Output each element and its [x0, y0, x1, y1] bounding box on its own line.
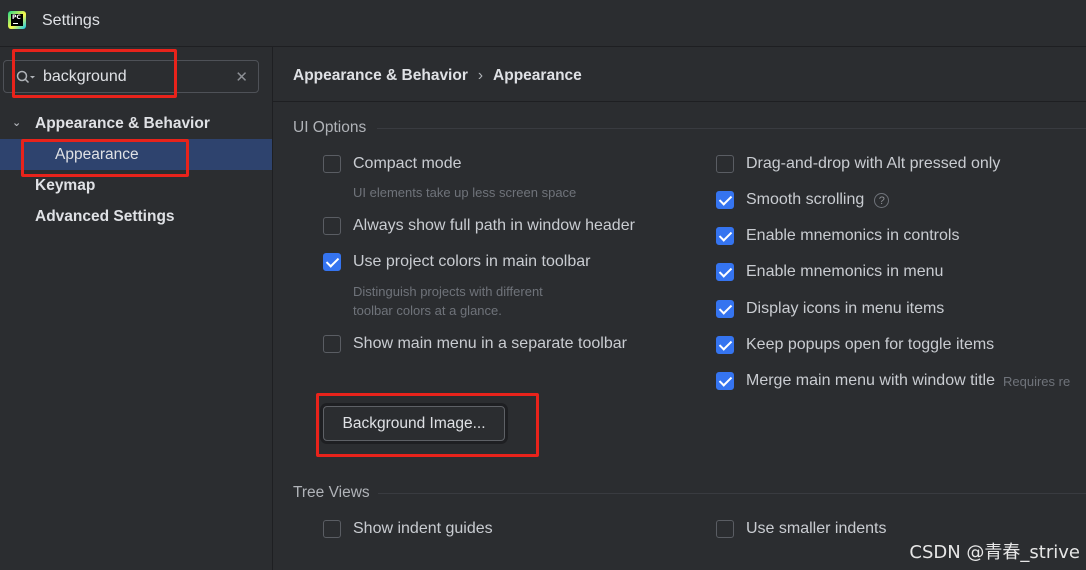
option-label: Use smaller indents	[746, 520, 887, 537]
option-drag-drop-alt[interactable]: Drag-and-drop with Alt pressed only	[716, 153, 1000, 175]
pycharm-logo-icon: PC	[8, 11, 26, 29]
breadcrumb-current: Appearance	[493, 67, 582, 84]
annotation-box-appearance	[21, 139, 189, 177]
checkbox[interactable]	[716, 300, 734, 318]
option-keep-popups[interactable]: Keep popups open for toggle items	[716, 334, 994, 356]
option-mnemonics-controls[interactable]: Enable mnemonics in controls	[716, 225, 959, 247]
sidebar-item-label: Advanced Settings	[35, 208, 175, 225]
option-mnemonics-menu[interactable]: Enable mnemonics in menu	[716, 261, 943, 283]
checkbox[interactable]	[716, 227, 734, 245]
section-divider	[377, 128, 1086, 129]
requires-restart-note: Requires re	[1003, 373, 1071, 389]
checkbox[interactable]	[323, 155, 341, 173]
option-hint: UI elements take up less screen space	[353, 185, 577, 200]
option-label: Drag-and-drop with Alt pressed only	[746, 155, 1001, 172]
option-full-path[interactable]: Always show full path in window header	[323, 215, 635, 237]
sidebar-item-label: Appearance & Behavior	[35, 115, 210, 132]
checkbox[interactable]	[716, 155, 734, 173]
checkbox[interactable]	[716, 263, 734, 281]
annotation-box-background-button	[316, 393, 539, 457]
section-title-tree-views: Tree Views	[293, 484, 370, 501]
option-hint: Distinguish projects with different tool…	[353, 282, 543, 320]
checkbox[interactable]	[716, 336, 734, 354]
option-label: Keep popups open for toggle items	[746, 336, 995, 353]
watermark: CSDN @青春_strive	[909, 542, 1080, 563]
checkbox[interactable]	[323, 520, 341, 538]
option-label: Display icons in menu items	[746, 300, 945, 317]
section-title-ui-options: UI Options	[293, 119, 367, 136]
option-label: Compact mode	[353, 155, 462, 172]
sidebar-item-appearance-behavior[interactable]: ⌄ Appearance & Behavior	[0, 108, 272, 139]
title-bar: PC Settings	[0, 0, 1086, 47]
option-label: Smooth scrolling	[746, 191, 865, 208]
checkbox[interactable]	[323, 217, 341, 235]
help-icon[interactable]: ?	[874, 192, 890, 208]
option-label: Show indent guides	[353, 520, 493, 537]
chevron-down-icon[interactable]: ⌄	[12, 108, 21, 139]
breadcrumb: Appearance & Behavior › Appearance	[293, 67, 582, 85]
section-divider	[378, 493, 1086, 494]
checkbox[interactable]	[716, 520, 734, 538]
option-hint-line: toolbar colors at a glance.	[353, 303, 502, 318]
breadcrumb-separator: ›	[477, 67, 484, 84]
option-hint-line: Distinguish projects with different	[353, 284, 543, 299]
checkbox[interactable]	[323, 253, 341, 271]
checkbox[interactable]	[323, 335, 341, 353]
option-label: Always show full path in window header	[353, 217, 635, 234]
sidebar-item-advanced-settings[interactable]: Advanced Settings	[0, 201, 272, 232]
option-label: Show main menu in a separate toolbar	[353, 335, 627, 352]
option-smooth-scrolling[interactable]: Smooth scrolling ?	[716, 189, 890, 211]
option-smaller-indents[interactable]: Use smaller indents	[716, 518, 887, 540]
breadcrumb-divider	[273, 101, 1086, 102]
settings-content: Appearance & Behavior › Appearance UI Opti…	[273, 47, 1086, 570]
option-label: Use project colors in main toolbar	[353, 253, 591, 270]
checkbox[interactable]	[716, 191, 734, 209]
option-compact-mode[interactable]: Compact mode	[323, 153, 462, 175]
window-title: Settings	[42, 12, 100, 29]
option-label: Enable mnemonics in menu	[746, 263, 944, 280]
option-label: Merge main menu with window title	[746, 372, 995, 389]
option-indent-guides[interactable]: Show indent guides	[323, 518, 493, 540]
breadcrumb-parent[interactable]: Appearance & Behavior	[293, 67, 468, 84]
annotation-box-search	[12, 49, 177, 98]
option-icons-menu[interactable]: Display icons in menu items	[716, 298, 944, 320]
clear-icon[interactable]: ✕	[235, 68, 248, 86]
settings-sidebar: background ✕ ⌄ Appearance & Behavior App…	[0, 47, 272, 570]
checkbox[interactable]	[716, 372, 734, 390]
option-label: Enable mnemonics in controls	[746, 227, 960, 244]
option-project-colors[interactable]: Use project colors in main toolbar	[323, 251, 590, 273]
option-merge-main-menu[interactable]: Merge main menu with window title Requir…	[716, 370, 1086, 392]
option-separate-toolbar[interactable]: Show main menu in a separate toolbar	[323, 333, 627, 355]
